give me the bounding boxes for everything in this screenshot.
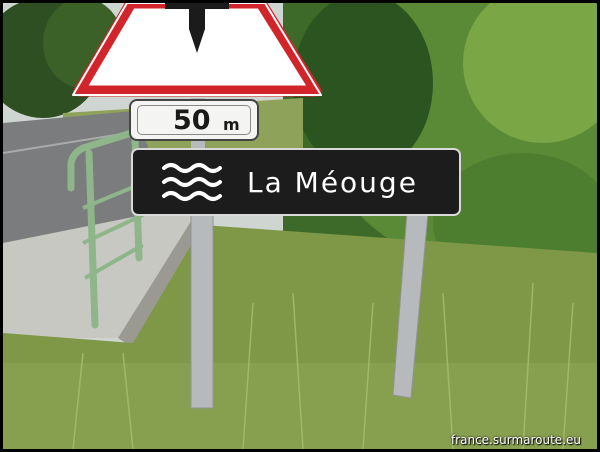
- river-name: La Méouge: [247, 166, 418, 199]
- distance-number: 50: [173, 105, 211, 136]
- river-name-sign: La Méouge: [131, 148, 461, 216]
- water-waves-icon: [162, 163, 222, 201]
- watermark: france.surmaroute.eu: [450, 433, 581, 447]
- photo-frame: 50 m La Méouge france.surmaroute.eu: [0, 0, 600, 452]
- scene-illustration: [3, 3, 597, 449]
- roadside-photo: 50 m La Méouge france.surmaroute.eu: [3, 3, 597, 449]
- distance-unit: m: [223, 115, 240, 134]
- priority-road-intersection-icon: [165, 3, 229, 53]
- distance-plate: 50 m: [129, 99, 259, 141]
